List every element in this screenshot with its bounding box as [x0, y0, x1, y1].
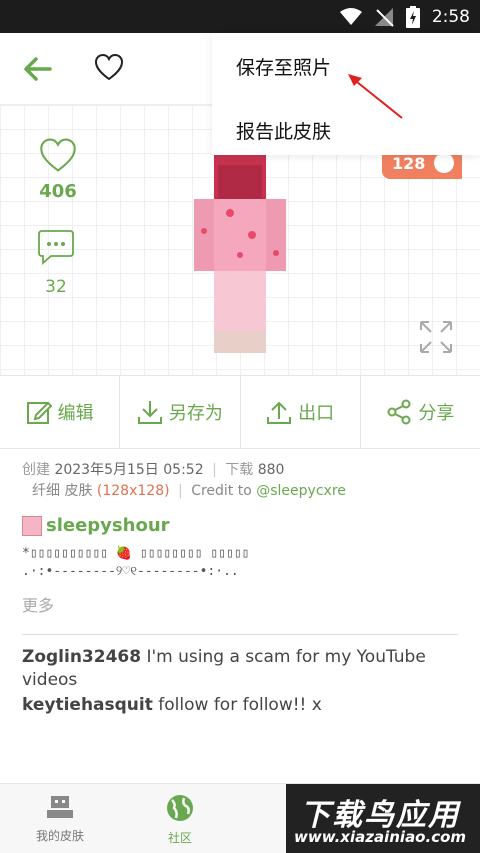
more-link[interactable]: 更多: [22, 592, 54, 616]
skin-resolution: (128x128): [96, 483, 170, 499]
save-as-label: 另存为: [168, 403, 223, 424]
description-line-2: .·:•--------୨♡୧--------•:·..: [22, 564, 239, 579]
skin-description: *▯▯▯▯▯▯▯▯▯▯ 🍓 ▯▯▯▯▯▯▯▯ ▯▯▯▯▯ .·:•-------…: [22, 545, 462, 581]
status-icons: 2:58: [339, 6, 470, 28]
downloads-count: 880: [257, 462, 285, 478]
nav-my-skins-label: 我的皮肤: [35, 829, 84, 843]
share-icon: [387, 399, 411, 425]
robot-icon: [47, 796, 73, 818]
comment-list: Zoglin32468 I'm using a scam for my YouT…: [22, 646, 458, 717]
download-icon: [137, 401, 162, 424]
edit-icon: [26, 401, 52, 424]
favorite-heart-icon[interactable]: [94, 53, 124, 83]
back-arrow-icon[interactable]: [22, 55, 54, 83]
no-signal-icon: [374, 8, 394, 27]
menu-report-skin[interactable]: 报告此皮肤: [236, 117, 331, 144]
save-as-button[interactable]: 另存为: [120, 376, 241, 448]
comment-text: follow for follow!! x: [158, 695, 322, 715]
comment-user[interactable]: keytiehasquit: [22, 695, 153, 715]
comment-bubble-icon: [38, 230, 74, 265]
author-name[interactable]: sleepyshour: [46, 515, 170, 536]
action-bar: 编辑 另存为 出口 分享: [0, 375, 480, 449]
skin-type: 纤细 皮肤: [32, 483, 93, 499]
menu-save-to-photos[interactable]: 保存至照片: [236, 53, 331, 80]
meta-created-line: 创建 2023年5月15日 05:52 | 下载 880: [22, 460, 462, 480]
fullscreen-icon[interactable]: [418, 319, 454, 355]
like-count: 406: [39, 181, 77, 202]
comment-item: keytiehasquit follow for follow!! x: [22, 694, 458, 717]
comment-item: Zoglin32468 I'm using a scam for my YouT…: [22, 646, 458, 692]
meta-type-line: 纤细 皮肤 (128x128) | Credit to @sleepycxre: [22, 480, 462, 502]
globe-icon: [167, 795, 193, 821]
info-icon: [434, 153, 454, 173]
meta-divider: |: [178, 483, 183, 499]
comment-count: 32: [45, 277, 67, 297]
credit-user-link[interactable]: @sleepycxre: [256, 483, 346, 499]
skin-character: [194, 155, 286, 353]
battery-icon: [405, 6, 420, 28]
export-button[interactable]: 出口: [241, 376, 361, 448]
avatar: [22, 515, 42, 536]
resolution-badge-text: 128: [392, 154, 426, 173]
like-block[interactable]: 406: [36, 137, 80, 202]
skin-meta: 创建 2023年5月15日 05:52 | 下载 880 纤细 皮肤 (128x…: [22, 460, 462, 502]
heart-icon: [40, 138, 76, 172]
watermark: 下载鸟应用 www.xiazainiao.com: [286, 784, 480, 853]
credit-label: Credit to: [191, 483, 252, 499]
created-date: 2023年5月15日 05:52: [54, 462, 204, 478]
edit-button[interactable]: 编辑: [0, 376, 121, 448]
status-time: 2:58: [431, 7, 470, 27]
annotation-arrow-icon: [348, 74, 403, 119]
meta-divider: |: [212, 462, 217, 478]
comment-block[interactable]: 32: [34, 229, 78, 297]
downloads-label: 下载: [225, 462, 254, 478]
nav-community[interactable]: 社区: [140, 794, 220, 846]
created-label: 创建: [22, 462, 50, 478]
wifi-icon: [339, 8, 362, 25]
share-button[interactable]: 分享: [361, 376, 480, 448]
share-label: 分享: [418, 403, 455, 424]
description-line-1: *▯▯▯▯▯▯▯▯▯▯ 🍓 ▯▯▯▯▯▯▯▯ ▯▯▯▯▯: [22, 546, 250, 561]
nav-my-skins[interactable]: 我的皮肤: [20, 794, 100, 844]
export-label: 出口: [298, 403, 335, 424]
upload-icon: [267, 401, 292, 424]
author[interactable]: sleepyshour: [22, 515, 170, 536]
edit-label: 编辑: [57, 403, 94, 424]
comment-user[interactable]: Zoglin32468: [22, 647, 141, 667]
nav-community-label: 社区: [167, 831, 192, 845]
watermark-url: www.xiazainiao.com: [294, 828, 467, 846]
status-bar: 2:58: [0, 0, 480, 33]
divider: [22, 634, 458, 635]
